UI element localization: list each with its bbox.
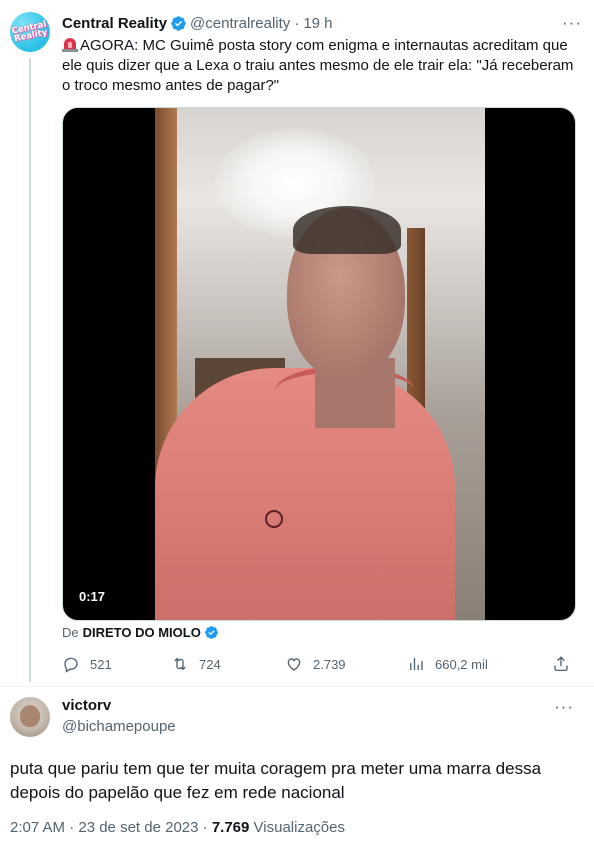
video-duration-badge: 0:17: [73, 587, 112, 606]
tweet-timestamp[interactable]: 19 h: [303, 15, 332, 32]
like-count: 2.739: [313, 656, 346, 672]
person-hair: [293, 206, 401, 254]
verified-badge-icon: [170, 15, 187, 32]
author-avatar[interactable]: Central Reality: [10, 12, 50, 52]
tweet-action-bar: 521 724 2.739 660,2 mil: [62, 653, 574, 675]
source-verified-badge-icon: [204, 625, 219, 640]
views-count: 660,2 mil: [435, 656, 488, 672]
views-button[interactable]: 660,2 mil: [407, 653, 488, 675]
reply-button[interactable]: 521: [62, 653, 112, 675]
video-player[interactable]: 0:17: [62, 107, 576, 621]
avatar-logo-text: Central Reality: [11, 19, 49, 45]
share-icon: [554, 656, 568, 672]
source-prefix: De: [62, 625, 79, 640]
reply-timestamp[interactable]: 2:07 AM · 23 de set de 2023 ·: [10, 819, 208, 836]
reply-author-name[interactable]: victorv: [62, 697, 111, 714]
siren-emoji-icon: [62, 37, 78, 52]
reply-count: 521: [90, 656, 112, 672]
author-name[interactable]: Central Reality: [62, 15, 167, 32]
more-options-icon[interactable]: ···: [562, 13, 582, 33]
reply-author-handle[interactable]: @bichamepoupe: [62, 718, 176, 735]
share-button[interactable]: [552, 653, 580, 675]
like-button[interactable]: 2.739: [285, 653, 346, 675]
author-handle[interactable]: @centralreality: [190, 15, 290, 32]
views-bar-chart-icon: [410, 658, 423, 670]
thread-connector-line: [29, 58, 31, 682]
video-source-attribution: De DIRETO DO MIOLO: [62, 625, 222, 640]
retweet-button[interactable]: 724: [171, 653, 221, 675]
reply-views-label: Visualizações: [253, 819, 345, 836]
tweet-body-text: AGORA: MC Guimê posta story com enigma e…: [62, 37, 574, 94]
reply-more-options-icon[interactable]: ···: [554, 697, 574, 717]
source-account-link[interactable]: DIRETO DO MIOLO: [83, 625, 201, 640]
heart-icon: [287, 658, 301, 671]
tweet-divider: [0, 686, 594, 687]
shirt-logo: [265, 510, 283, 528]
retweet-icon: [174, 657, 186, 671]
tweet-header: Central Reality @centralreality · 19 h ·…: [62, 13, 582, 33]
header-separator: ·: [294, 14, 300, 32]
retweet-count: 724: [199, 656, 221, 672]
video-frame: [155, 108, 485, 620]
reply-views-count: 7.769: [211, 819, 250, 836]
reply-metadata: 2:07 AM · 23 de set de 2023 · 7.769 Visu…: [10, 819, 345, 836]
reply-icon: [64, 657, 78, 673]
tweet-text: AGORA: MC Guimê posta story com enigma e…: [62, 36, 584, 96]
reply-body-text: puta que pariu tem que ter muita coragem…: [10, 759, 542, 802]
reply-author-avatar[interactable]: [10, 697, 50, 737]
